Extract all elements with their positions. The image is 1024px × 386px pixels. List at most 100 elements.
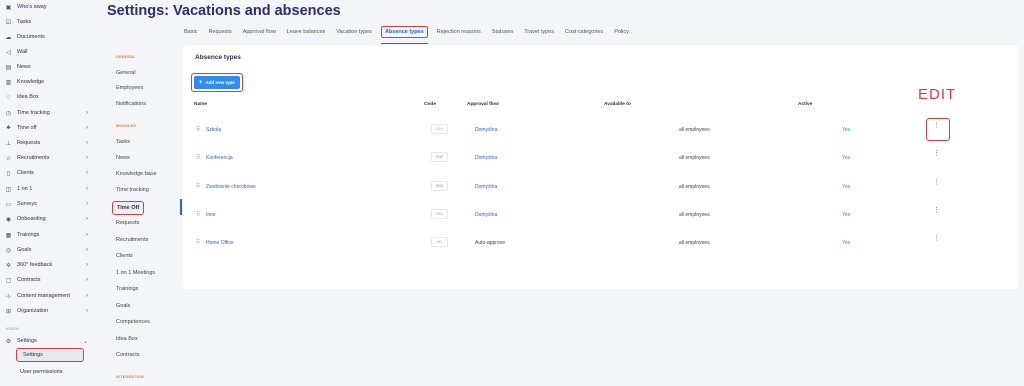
subnav-item-notifications[interactable]: Notifications <box>116 101 146 107</box>
sidebar-item-documents[interactable]: ☁ Documents <box>0 30 98 44</box>
sidebar-item-knowledge[interactable]: ▥ Knowledge <box>0 75 98 89</box>
tab-approval-flow[interactable]: Approval flow <box>241 27 278 37</box>
approval-flow-value[interactable]: Domyślna <box>475 184 497 190</box>
subnav-item-employees[interactable]: Employees <box>116 85 143 91</box>
drag-handle-icon[interactable]: ⠿ <box>196 211 201 218</box>
calendar-user-icon: ▣ <box>5 4 12 11</box>
sidebar-item-wall[interactable]: ◁ Wall <box>0 45 98 59</box>
subnav-item-goals[interactable]: Goals <box>116 303 130 309</box>
absence-type-name-link[interactable]: Szkola <box>206 127 221 133</box>
absence-type-name-link[interactable]: Home Office <box>206 240 234 246</box>
tab-statuses[interactable]: Statuses <box>490 27 515 37</box>
survey-icon: ▭ <box>5 201 12 208</box>
chevron-right-icon: › <box>86 277 88 283</box>
subnav-item-requests[interactable]: Requests <box>116 220 139 226</box>
sidebar-item-label: News <box>17 64 31 70</box>
absence-type-name-link[interactable]: Zwolnienie chorobowe <box>206 184 256 190</box>
tab-policy[interactable]: Policy <box>612 27 631 37</box>
lightbulb-icon: ♢ <box>5 94 12 101</box>
sidebar-item-time-off[interactable]: ♣ Time off › <box>0 121 98 135</box>
absence-type-name-link[interactable]: Inne <box>206 212 216 218</box>
add-new-type-button[interactable]: + Add new type <box>194 76 240 89</box>
subnav-item-1-on-1-meetings[interactable]: 1 on 1 Meetings <box>116 270 155 276</box>
sidebar-item-idea-box[interactable]: ♢ Idea Box <box>0 90 98 104</box>
approval-flow-value[interactable]: Domyślna <box>475 212 497 218</box>
active-tab-underline <box>381 43 428 44</box>
kebab-menu-icon[interactable]: ⋮ <box>933 207 940 214</box>
subnav-item-general[interactable]: General <box>116 70 136 76</box>
sidebar-item-label: Requests <box>17 140 41 146</box>
tab-travel-types[interactable]: Travel types <box>522 27 556 37</box>
subnav-item-idea-box[interactable]: Idea Box <box>116 336 138 342</box>
sidebar-subitem-user-permissions[interactable]: User permissions <box>14 365 82 379</box>
kebab-menu-icon[interactable]: ⋮ <box>933 235 940 242</box>
kebab-menu-icon[interactable]: ⋮ <box>933 150 940 157</box>
table-row: ⠿ Konferencja CNF Domyślna all employees Yes ⋮ <box>183 144 1018 172</box>
subnav-item-clients[interactable]: Clients <box>116 253 133 259</box>
megaphone-icon: ◁ <box>6 49 11 56</box>
drag-handle-icon[interactable]: ⠿ <box>196 154 201 161</box>
newspaper-icon: ▤ <box>5 64 12 71</box>
sidebar-item-onboarding[interactable]: ◉ Onboarding › <box>0 212 98 226</box>
chevron-right-icon: › <box>86 140 88 146</box>
subnav-item-news[interactable]: News <box>116 155 130 161</box>
subnav-item-competences[interactable]: Competences <box>116 319 150 325</box>
drag-handle-icon[interactable]: ⠿ <box>196 126 201 133</box>
sidebar-item-1-on-1[interactable]: ◫ 1 on 1 › <box>0 182 98 196</box>
tab-rejection-reasons[interactable]: Rejection reasons <box>435 27 483 37</box>
absence-type-name-link[interactable]: Konferencja <box>206 155 233 161</box>
approval-flow-value[interactable]: Domyślna <box>475 127 497 133</box>
available-to-value: all employees <box>679 184 710 190</box>
sidebar-item-label: Who's away <box>17 4 47 10</box>
table-row: ⠿ Szkola SZK Domyślna all employees Yes ⋮ <box>183 116 1018 144</box>
sidebar-item-tasks[interactable]: ☑ Tasks <box>0 15 98 29</box>
drag-handle-icon[interactable]: ⠿ <box>196 239 201 246</box>
sidebar-item-label: 360° feedback <box>17 262 53 268</box>
absence-types-card: Absence types + Add new type Name Code A… <box>183 45 1018 289</box>
tab-absence-types[interactable]: Absence types <box>380 26 428 38</box>
sidebar-item-label: Content management <box>17 293 70 299</box>
subnav-item-recruitments[interactable]: Recruitments <box>116 237 148 243</box>
subnav-item-trainings[interactable]: Trainings <box>116 286 138 292</box>
sidebar-item-content-management[interactable]: ⊹ Content management › <box>0 289 98 303</box>
tab-requests[interactable]: Requests <box>206 27 233 37</box>
sidebar-item-requests[interactable]: ⊥ Requests › <box>0 136 98 150</box>
contract-icon: ▢ <box>5 277 12 284</box>
absence-code-badge: SKK <box>431 181 448 191</box>
tab-vacation-types[interactable]: Vacation types <box>334 27 374 37</box>
checkbox-icon: ☑ <box>5 19 12 26</box>
tab-cost-categories[interactable]: Cost categories <box>563 27 605 37</box>
drag-handle-icon[interactable]: ⠿ <box>196 183 201 190</box>
approval-flow-value: Auto-approve <box>475 240 506 246</box>
sidebar-item-trainings[interactable]: ▦ Trainings › <box>0 228 98 242</box>
sidebar-item-time-tracking[interactable]: ◷ Time tracking › <box>0 106 98 120</box>
subnav-item-knowledge-base[interactable]: Knowledge base <box>116 171 157 177</box>
sidebar-item-settings[interactable]: ⚙ Settings ⌄ <box>0 334 98 348</box>
sidebar-item-goals[interactable]: ◎ Goals › <box>0 243 98 257</box>
sidebar-item-label: Onboarding <box>17 216 46 222</box>
subnav-item-time-tracking[interactable]: Time tracking <box>116 187 149 193</box>
kebab-menu-icon[interactable]: ⋮ <box>933 179 940 186</box>
subnav-item-contracts[interactable]: Contracts <box>116 352 140 358</box>
sidebar-item-label: Wall <box>17 49 28 55</box>
sidebar-item-surveys[interactable]: ▭ Surveys › <box>0 197 98 211</box>
active-status-value: Yes <box>842 184 851 190</box>
star-icon: ☆ <box>5 155 12 162</box>
approval-flow-value[interactable]: Domyślna <box>475 155 497 161</box>
sidebar-item-recruitments[interactable]: ☆ Recruitments › <box>0 151 98 165</box>
sidebar-item-360-feedback[interactable]: ✲ 360° feedback › <box>0 258 98 272</box>
sidebar-item-news[interactable]: ▤ News <box>0 60 98 74</box>
column-header-active: Active <box>798 102 813 107</box>
gear-icon: ⚙ <box>5 338 12 345</box>
sidebar-item-organization[interactable]: ⊞ Organization › <box>0 304 98 318</box>
tab-leave-balances[interactable]: Leave balances <box>285 27 328 37</box>
sidebar-subitem-settings[interactable]: Settings <box>16 348 84 362</box>
tab-basic[interactable]: Basic <box>182 27 199 37</box>
subnav-item-time-off[interactable]: Time Off <box>112 201 145 215</box>
sidebar-item-clients[interactable]: ▯ Clients › <box>0 166 98 180</box>
subnav-item-tasks[interactable]: Tasks <box>116 139 130 145</box>
sidebar-item-contracts[interactable]: ▢ Contracts › <box>0 273 98 287</box>
subnav-active-rail <box>180 199 182 215</box>
column-header-name: Name <box>194 102 208 107</box>
sidebar-item-who-s-away[interactable]: ▣ Who's away <box>0 0 98 14</box>
